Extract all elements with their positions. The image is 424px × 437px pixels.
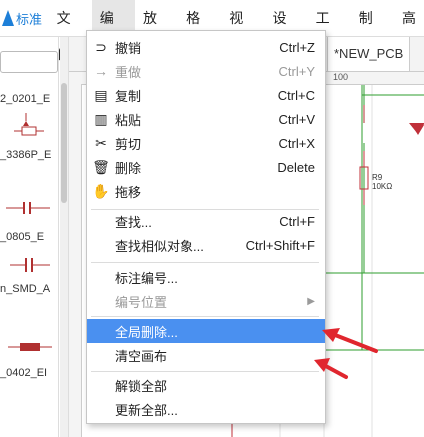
menu-item-update-all[interactable]: 更新全部...	[87, 397, 325, 421]
resistor-value-label: 10KΩ	[372, 182, 393, 191]
menu-item-annotate[interactable]: 标注编号...	[87, 265, 325, 289]
menu-item-cut[interactable]: ✂ 剪切 Ctrl+X	[87, 131, 325, 155]
menu-separator	[91, 262, 319, 263]
library-search-input[interactable]	[0, 51, 58, 73]
app-logo: 标准	[0, 9, 49, 28]
submenu-arrow-icon: ▶	[307, 295, 315, 307]
menu-item-delete[interactable]: 🗑 删除 Delete	[87, 155, 325, 179]
ruler-left	[69, 84, 82, 437]
menu-item-redo[interactable]: → 重做 Ctrl+Y	[87, 59, 325, 83]
menu-item-unlock-all[interactable]: 解锁全部	[87, 373, 325, 397]
polarized-capacitor-symbol[interactable]	[10, 255, 50, 275]
scrollbar-thumb[interactable]	[61, 83, 67, 203]
menu-item-find[interactable]: 查找... Ctrl+F	[87, 209, 325, 233]
potentiometer-symbol[interactable]	[14, 113, 44, 153]
menu-item-copy[interactable]: ▤ 复制 Ctrl+C	[87, 83, 325, 107]
logo-icon	[2, 10, 14, 26]
menu-item-undo[interactable]: ⊃ 撤销 Ctrl+Z	[87, 35, 325, 59]
capacitor-symbol[interactable]	[6, 201, 50, 215]
tab-new-pcb[interactable]: *NEW_PCB	[327, 37, 411, 71]
library-item-label[interactable]: 2_0201_E	[0, 93, 58, 105]
undo-icon: ⊃	[95, 38, 107, 55]
hand-icon: ✋	[92, 182, 110, 199]
resistor-symbol[interactable]	[8, 341, 52, 353]
ruler-label: 100	[333, 72, 349, 82]
menu-item-pan[interactable]: ✋ 拖移	[87, 179, 325, 203]
menu-fabrication[interactable]: 制造	[351, 0, 394, 62]
library-item-label[interactable]: _0402_EI	[0, 367, 58, 379]
trash-icon: 🗑	[92, 158, 110, 175]
menu-item-global-delete[interactable]: 全局删除...	[87, 319, 325, 343]
cut-icon: ✂	[95, 134, 107, 151]
edit-menu-dropdown: ⊃ 撤销 Ctrl+Z → 重做 Ctrl+Y ▤ 复制 Ctrl+C ▥ 粘贴…	[86, 30, 326, 424]
menu-item-paste[interactable]: ▥ 粘贴 Ctrl+V	[87, 107, 325, 131]
library-item-label[interactable]: _3386P_E	[0, 149, 58, 161]
menu-advanced[interactable]: 高	[394, 0, 424, 36]
library-panel: 2_0201_E _3386P_E _0805_E n_SMD_A _0402_…	[0, 37, 59, 437]
library-item-label[interactable]: n_SMD_A	[0, 283, 58, 295]
logo-text: 标准	[16, 11, 43, 27]
paste-icon: ▥	[94, 110, 108, 127]
menu-item-find-similar[interactable]: 查找相似对象... Ctrl+Shift+F	[87, 233, 325, 257]
menu-item-clear-canvas[interactable]: 清空画布	[87, 343, 325, 367]
menu-item-designator-position[interactable]: 编号位置 ▶	[87, 289, 325, 313]
menu-separator	[91, 316, 319, 317]
redo-icon: →	[94, 63, 108, 79]
library-item-label[interactable]: _0805_E	[0, 231, 58, 243]
library-scrollbar[interactable]	[60, 37, 69, 437]
menu-separator	[91, 371, 319, 372]
resistor-ref-label: R9	[372, 173, 383, 182]
copy-icon: ▤	[94, 86, 108, 103]
